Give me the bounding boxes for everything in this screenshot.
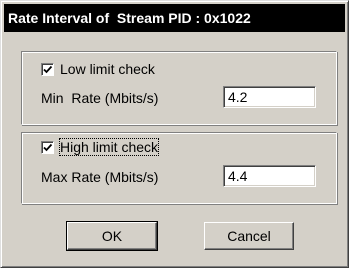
low-limit-checkbox[interactable]: Low limit check	[41, 61, 155, 77]
checkmark-icon	[43, 65, 53, 73]
checkmark-icon	[43, 143, 53, 151]
max-rate-input[interactable]	[223, 165, 316, 187]
max-rate-label: Max Rate (Mbits/s)	[41, 169, 159, 185]
high-limit-checkbox[interactable]: High limit check	[41, 138, 160, 156]
low-limit-checkbox-box[interactable]	[41, 62, 54, 76]
cancel-button[interactable]: Cancel	[204, 222, 294, 250]
rate-interval-dialog: Rate Interval of Stream PID : 0x1022 Low…	[0, 0, 349, 268]
high-limit-checkbox-box[interactable]	[41, 140, 54, 154]
low-limit-checkbox-label: Low limit check	[60, 61, 155, 77]
min-rate-input[interactable]	[223, 86, 316, 108]
title-bar[interactable]: Rate Interval of Stream PID : 0x1022	[4, 4, 345, 32]
high-limit-checkbox-label: High limit check	[58, 138, 160, 156]
min-rate-label: Min Rate (Mbits/s)	[41, 90, 159, 106]
ok-button[interactable]: OK	[66, 221, 158, 251]
window-title: Rate Interval of Stream PID : 0x1022	[8, 10, 251, 26]
